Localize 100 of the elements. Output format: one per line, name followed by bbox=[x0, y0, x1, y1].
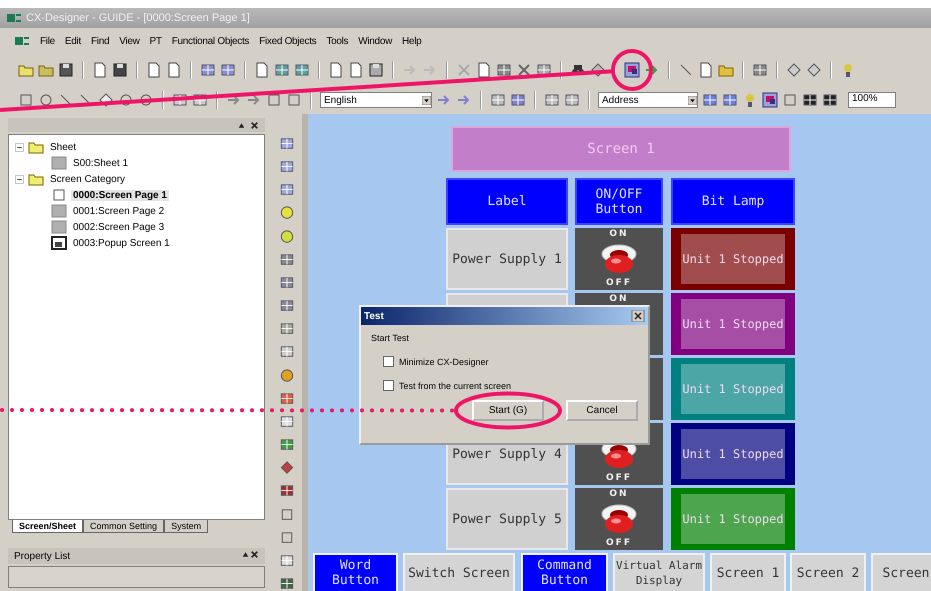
grid-icon[interactable] bbox=[752, 62, 768, 78]
circle-icon[interactable] bbox=[138, 92, 154, 108]
grid-icon[interactable] bbox=[279, 390, 295, 406]
page-icon[interactable] bbox=[146, 62, 162, 78]
screen-button[interactable]: Word Button bbox=[313, 553, 398, 591]
grid-icon[interactable] bbox=[702, 92, 718, 108]
grid-icon[interactable] bbox=[279, 344, 295, 360]
ball-icon[interactable] bbox=[279, 205, 295, 221]
square-icon[interactable] bbox=[279, 506, 295, 522]
square-icon[interactable] bbox=[18, 92, 34, 108]
diamond-icon[interactable] bbox=[806, 62, 822, 78]
circle-icon[interactable] bbox=[38, 92, 54, 108]
panel-tab[interactable]: Screen/Sheet bbox=[12, 520, 84, 533]
square-icon[interactable] bbox=[782, 92, 798, 108]
page-icon[interactable] bbox=[92, 62, 108, 78]
menu-item[interactable]: Fixed Objects bbox=[259, 36, 316, 46]
grid-icon[interactable] bbox=[279, 159, 295, 174]
line-icon[interactable] bbox=[678, 62, 694, 78]
grid-icon[interactable] bbox=[279, 414, 295, 430]
grid-icon[interactable] bbox=[294, 62, 310, 78]
screen-button[interactable]: Command Button bbox=[521, 553, 608, 591]
ball-icon[interactable] bbox=[279, 228, 295, 244]
grid-icon[interactable] bbox=[279, 576, 295, 591]
ball-icon[interactable] bbox=[279, 368, 295, 383]
close-icon[interactable] bbox=[250, 120, 259, 130]
checkbox[interactable] bbox=[383, 356, 394, 367]
start-button[interactable]: Start (G) bbox=[472, 400, 544, 421]
address-dropdown[interactable]: Address bbox=[598, 92, 698, 108]
menu-item[interactable]: Window bbox=[358, 36, 392, 46]
tree-item[interactable]: 0002:Screen Page 3 bbox=[71, 222, 166, 232]
screen-button[interactable]: Screen bbox=[871, 553, 931, 591]
property-field[interactable] bbox=[8, 566, 265, 588]
page-icon[interactable] bbox=[476, 62, 492, 78]
menu-item[interactable]: Tools bbox=[326, 36, 348, 46]
tree-item[interactable]: Screen Category bbox=[48, 174, 128, 184]
checkbox[interactable] bbox=[383, 380, 394, 391]
tree-item[interactable]: 0003:Popup Screen 1 bbox=[71, 238, 172, 248]
screen-button[interactable]: Virtual Alarm Display bbox=[613, 553, 705, 591]
panel-tab[interactable]: System bbox=[164, 520, 208, 533]
monitor-icon[interactable] bbox=[624, 62, 640, 78]
tree-item[interactable]: Sheet bbox=[48, 142, 78, 152]
grid-icon[interactable] bbox=[274, 62, 290, 78]
menu-item[interactable]: Edit bbox=[64, 36, 81, 46]
screen-button[interactable]: Switch Screen bbox=[403, 553, 515, 591]
screen-button[interactable]: Screen 1 bbox=[710, 553, 786, 591]
page-icon[interactable] bbox=[254, 62, 270, 78]
square-icon[interactable] bbox=[266, 92, 282, 108]
menu-item[interactable]: Find bbox=[90, 36, 110, 46]
toggle-switch-drawing[interactable] bbox=[599, 503, 639, 535]
grid-icon[interactable] bbox=[822, 92, 838, 108]
grid-icon[interactable] bbox=[279, 552, 295, 568]
page-icon[interactable] bbox=[698, 62, 714, 78]
collapse-icon[interactable] bbox=[15, 174, 24, 184]
zoom-field[interactable]: 100% bbox=[848, 92, 896, 108]
grid-icon[interactable] bbox=[279, 321, 295, 336]
page-icon[interactable] bbox=[328, 62, 344, 78]
page-icon[interactable] bbox=[166, 62, 182, 78]
collapse-icon[interactable] bbox=[15, 142, 24, 152]
close-icon[interactable] bbox=[631, 310, 645, 322]
cancel-button[interactable]: Cancel bbox=[566, 400, 638, 421]
grid-icon[interactable] bbox=[279, 274, 295, 290]
grid-icon[interactable] bbox=[279, 252, 295, 267]
grid-icon[interactable] bbox=[279, 182, 295, 198]
toggle-switch-drawing[interactable] bbox=[599, 243, 639, 275]
grid-icon[interactable] bbox=[490, 92, 506, 108]
grid-icon[interactable] bbox=[544, 92, 560, 108]
panel-tab[interactable]: Common Setting bbox=[83, 520, 164, 533]
tree-item[interactable]: 0000:Screen Page 1 bbox=[71, 190, 169, 200]
page-icon[interactable] bbox=[348, 62, 364, 78]
grid-icon[interactable] bbox=[279, 136, 295, 152]
menu-item[interactable]: PT bbox=[150, 36, 162, 46]
menu-item[interactable]: Help bbox=[402, 36, 422, 46]
pin-icon[interactable] bbox=[241, 550, 250, 559]
screen-button[interactable]: Screen 2 bbox=[790, 553, 866, 591]
tree-item[interactable]: 0001:Screen Page 2 bbox=[71, 206, 166, 216]
circle-icon[interactable] bbox=[118, 92, 134, 108]
grid-icon[interactable] bbox=[496, 62, 512, 78]
square-icon[interactable] bbox=[279, 530, 295, 545]
diamond-icon[interactable] bbox=[98, 92, 114, 108]
menu-item[interactable]: File bbox=[40, 36, 55, 46]
grid-icon[interactable] bbox=[722, 92, 738, 108]
close-icon[interactable] bbox=[250, 550, 259, 559]
diamond-icon[interactable] bbox=[279, 460, 295, 476]
caret-icon[interactable] bbox=[688, 96, 697, 104]
diamond-icon[interactable] bbox=[590, 62, 606, 78]
grid-icon[interactable] bbox=[510, 92, 526, 108]
menu-item[interactable]: View bbox=[119, 36, 140, 46]
grid-icon[interactable] bbox=[279, 437, 295, 452]
grid-icon[interactable] bbox=[802, 92, 818, 108]
menu-item[interactable]: Functional Objects bbox=[172, 36, 250, 46]
diamond-icon[interactable] bbox=[786, 62, 802, 78]
tree-item[interactable]: S00:Sheet 1 bbox=[71, 158, 130, 168]
grid-icon[interactable] bbox=[279, 298, 295, 314]
grid-icon[interactable] bbox=[200, 62, 216, 78]
grid-icon[interactable] bbox=[279, 483, 295, 498]
caret-icon[interactable] bbox=[422, 96, 431, 104]
pin-icon[interactable] bbox=[237, 120, 246, 130]
cross-icon[interactable] bbox=[516, 62, 532, 78]
monitor-icon[interactable] bbox=[762, 92, 778, 108]
square-icon[interactable] bbox=[286, 92, 302, 108]
